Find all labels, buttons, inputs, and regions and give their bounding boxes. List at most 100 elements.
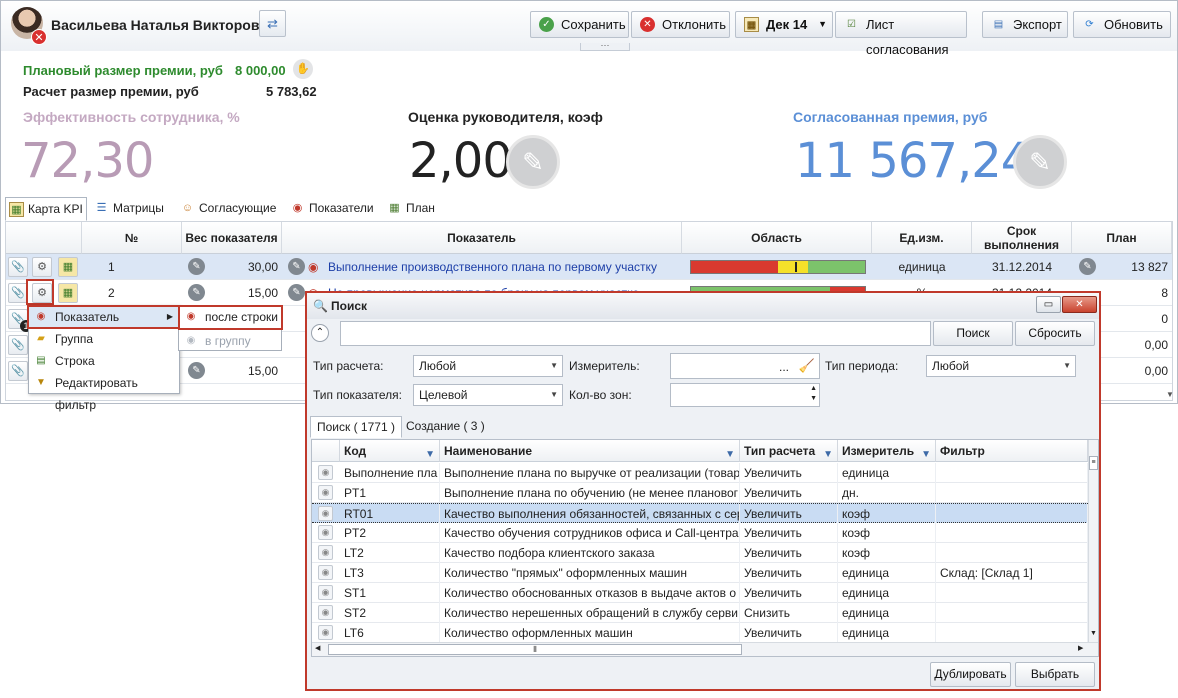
zones-spinner[interactable]: ▲ ▼ <box>670 383 820 407</box>
indicator-highlight <box>27 305 180 329</box>
scroll-down-arrow[interactable]: ▼ <box>1166 390 1174 399</box>
refresh-button[interactable]: ⟳ Обновить <box>1073 11 1171 38</box>
indicator-icon: ◉ <box>318 506 333 521</box>
search-input[interactable] <box>340 321 931 346</box>
col-header-meter[interactable]: Измеритель ▼ <box>838 440 936 462</box>
tab-kpi-map[interactable]: ▦ Карта KPI <box>5 197 87 221</box>
export-button[interactable]: ▤ Экспорт <box>982 11 1068 38</box>
period-type-select[interactable]: Любой ▼ <box>926 355 1076 377</box>
attachment-icon[interactable]: 📎 <box>8 335 28 355</box>
restore-button[interactable]: ▭ <box>1036 296 1061 313</box>
list-item[interactable]: ◉ LT2 Качество подбора клиентского заказа У… <box>312 543 1088 563</box>
table-row[interactable]: 📎 ⚙ ▦ 1 ✎ 30,00 ✎ ◉ Выполнение производс… <box>6 254 1172 280</box>
vertical-scrollbar[interactable]: ≡ ▼ <box>1088 440 1098 642</box>
duplicate-button[interactable]: Дублировать <box>930 662 1011 687</box>
edit-bonus-button[interactable]: ✎ <box>1013 135 1067 189</box>
dialog-title: Поиск <box>331 299 368 313</box>
approval-sheet-button[interactable]: ☑ Лист согласования <box>835 11 967 57</box>
row-weight: 30,00 <box>247 260 278 274</box>
scroll-thumb[interactable]: ⦀ <box>328 644 742 655</box>
list-item[interactable]: ◉ RT01 Качество выполнения обязанностей, с… <box>312 503 1088 524</box>
indicator-icon: ◉ <box>318 485 333 500</box>
approvers-icon: ☺ <box>181 202 194 214</box>
indicator-type-select[interactable]: Целевой ▼ <box>413 384 563 406</box>
calendar-icon: ▦ <box>744 17 759 32</box>
reset-button[interactable]: Сбросить <box>1015 321 1095 346</box>
indicator-icon: ◉ <box>318 525 333 540</box>
tab-plan[interactable]: ▦ План <box>384 197 444 221</box>
list-item[interactable]: ◉ PT2 Качество обучения сотрудников офиса … <box>312 523 1088 543</box>
grid-header-indicator[interactable]: Показатель <box>282 222 682 254</box>
edit-icon[interactable]: ✎ <box>288 284 305 301</box>
menu-item-group[interactable]: ▰ Группа <box>29 328 179 350</box>
search-button[interactable]: Поиск <box>933 321 1013 346</box>
list-item[interactable]: ◉ ST1 Количество обоснованных отказов в вы… <box>312 583 1088 603</box>
select-button[interactable]: Выбрать <box>1015 662 1095 687</box>
cell-4: Склад: [Склад 1] <box>936 563 1088 583</box>
broom-icon[interactable]: 🧹 <box>799 356 815 376</box>
employee-name: Васильева Наталья Викторовна <box>51 17 276 33</box>
period-select[interactable]: ▦ Дек 14 ▼ <box>735 11 833 38</box>
indicator-icon: ◉ <box>308 260 319 274</box>
tab-indicators[interactable]: ◉ Показатели <box>287 197 379 221</box>
calc-type-select[interactable]: Любой ▼ <box>413 355 563 377</box>
cell-1: Выполнение плана по обучению (не менее п… <box>440 483 740 503</box>
cell-0: LT3 <box>340 563 440 583</box>
chevron-down-icon: ▼ <box>818 19 827 29</box>
list-item[interactable]: ◉ LT6 Количество оформленных машин Увеличит… <box>312 623 1088 643</box>
col-header-calc-type[interactable]: Тип расчета ▼ <box>740 440 838 462</box>
attachment-icon[interactable]: 📎 <box>8 283 28 303</box>
chevron-down-icon: ▼ <box>1063 361 1071 370</box>
change-user-button[interactable]: ⇄ <box>259 10 286 37</box>
save-button[interactable]: ✓ Сохранить <box>530 11 629 38</box>
close-button[interactable]: ✕ <box>1062 296 1097 313</box>
edit-score-button[interactable]: ✎ <box>506 135 560 189</box>
collapse-grip[interactable]: ··· <box>580 41 630 51</box>
grid-header-deadline[interactable]: Срок выполнения <box>972 222 1072 254</box>
grid-header-weight[interactable]: Вес показателя <box>182 222 282 254</box>
col-header-name[interactable]: Наименование ▼ <box>440 440 740 462</box>
grid-header-area[interactable]: Область <box>682 222 872 254</box>
horizontal-scrollbar[interactable]: ◀ ⦀ ▶ <box>312 642 1098 656</box>
tab-matrices[interactable]: ☰ Матрицы <box>91 197 171 221</box>
spin-arrows-icon[interactable]: ▲ ▼ <box>810 384 817 404</box>
cell-3: единица <box>838 563 936 583</box>
col-header-code[interactable]: Код ▼ <box>340 440 440 462</box>
cell-2: Снизить <box>740 603 838 623</box>
list-item[interactable]: ◉ LT3 Количество "прямых" оформленных маши… <box>312 563 1088 583</box>
row-indicator[interactable]: Выполнение производственного плана по пе… <box>328 254 682 280</box>
scroll-right-arrow[interactable]: ▶ <box>1078 644 1083 652</box>
collapse-filters-button[interactable]: ⌃ <box>311 324 329 342</box>
tab-created[interactable]: Создание ( 3 ) <box>400 416 491 438</box>
gear-icon[interactable]: ⚙ <box>32 257 52 277</box>
thumb-icon[interactable]: ✋ <box>293 59 313 79</box>
menu-item-edit-filter[interactable]: ▼ Редактировать фильтр <box>29 372 179 412</box>
tab-approvers[interactable]: ☺ Согласующие <box>177 197 281 221</box>
cell-1: Качество подбора клиентского заказа <box>440 543 740 563</box>
kpi-card-icon[interactable]: ▦ <box>58 283 78 303</box>
list-item[interactable]: ◉ Выполнение пла Выполнение плана по выруч… <box>312 463 1088 483</box>
cell-3: коэф <box>838 523 936 543</box>
attachment-icon[interactable]: 📎 <box>8 257 28 277</box>
kpi-card-icon[interactable]: ▦ <box>58 257 78 277</box>
efficiency-label: Эффективность сотрудника, % <box>23 109 240 125</box>
scroll-down-arrow[interactable]: ▼ <box>1090 630 1097 637</box>
scroll-left-arrow[interactable]: ◀ <box>315 644 320 652</box>
row-unit: единица <box>898 260 946 274</box>
tab-search-results[interactable]: Поиск ( 1771 ) <box>310 416 402 438</box>
edit-icon[interactable]: ✎ <box>288 258 305 275</box>
col-header-filter[interactable]: Фильтр <box>936 440 1088 462</box>
menu-item-row[interactable]: ▤ Строка <box>29 350 179 372</box>
reject-button[interactable]: ✕ Отклонить <box>631 11 730 38</box>
grid-header-num[interactable]: № <box>82 222 182 254</box>
grid-header-unit[interactable]: Ед.изм. <box>872 222 972 254</box>
submenu-into-group: ◉ в группу <box>179 330 281 352</box>
attachment-icon[interactable]: 📎 <box>8 361 28 381</box>
cell-1: Качество выполнения обязанностей, связан… <box>440 504 740 524</box>
cell-2: Увеличить <box>740 463 838 483</box>
meter-field[interactable]: ... 🧹 <box>670 353 820 379</box>
list-item[interactable]: ◉ PT1 Выполнение плана по обучению (не мен… <box>312 483 1088 503</box>
grid-header-plan[interactable]: План <box>1072 222 1172 254</box>
scroll-thumb[interactable]: ≡ <box>1089 456 1098 470</box>
list-item[interactable]: ◉ ST2 Количество нерешенных обращений в сл… <box>312 603 1088 623</box>
